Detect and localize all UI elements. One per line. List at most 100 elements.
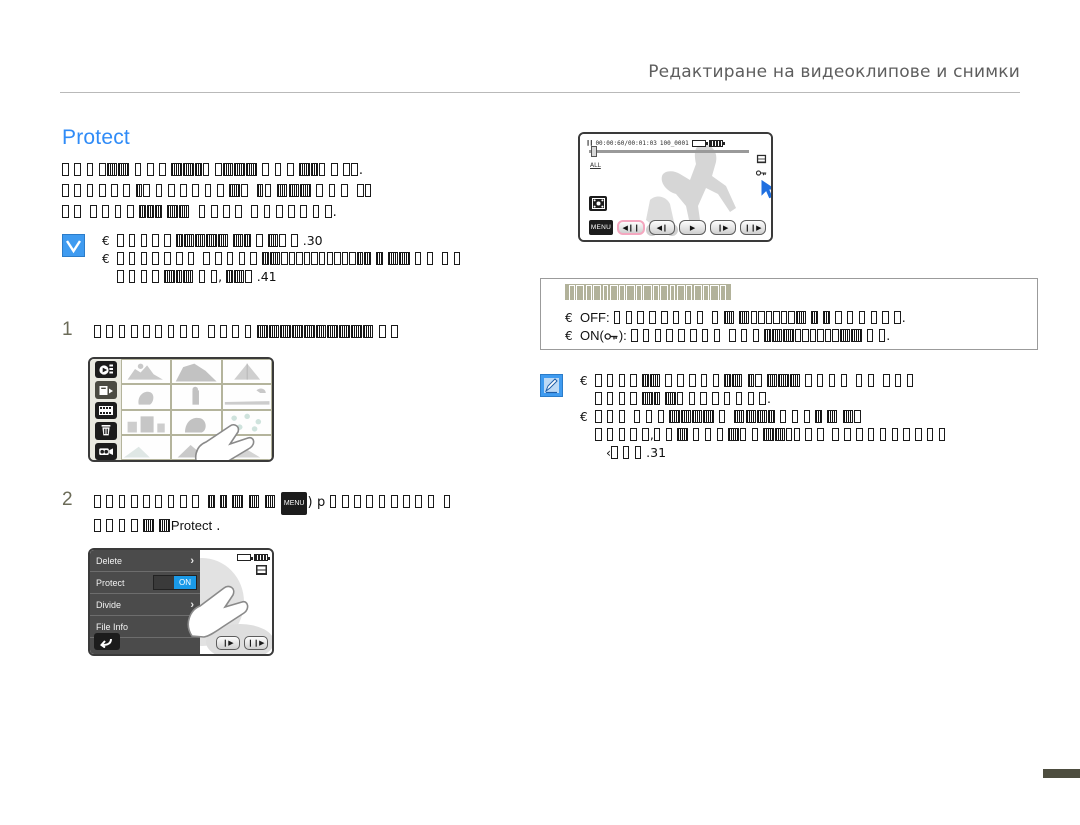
thumbnail-cell[interactable] (171, 359, 222, 385)
options-list: € OFF:. € ON( ):. (565, 309, 1027, 345)
thumbnail-cell[interactable] (221, 359, 272, 385)
battery-icon (237, 554, 253, 561)
header-rule (60, 92, 1020, 93)
options-box-header (565, 284, 732, 302)
camcorder-playback-screen[interactable]: ❙❙ 00:00:60/00:01:03 100_0001 ALL MENU ◀… (578, 132, 773, 242)
playback-side-icons (756, 154, 767, 178)
note-items: € . € , ‹ .31 (580, 372, 1050, 462)
hand-pointer-icon (182, 574, 250, 645)
playback-status-bar: ❙❙ 00:00:60/00:01:03 100_0001 (586, 138, 767, 148)
step-2-line-1: MENU) p (94, 492, 542, 515)
option-off: € OFF:. (565, 310, 906, 325)
menu-item-delete[interactable]: Delete › (90, 550, 200, 572)
bullet-marker: € (102, 234, 110, 248)
sd-card-icon (256, 565, 267, 575)
check-note-items: € .30 € , .41 (102, 232, 567, 286)
battery-icon (708, 139, 725, 147)
thumbnail-cell[interactable] (121, 409, 172, 435)
bullet-marker: € (102, 252, 110, 266)
check-note-block: € .30 € , .41 (62, 232, 567, 286)
page-header: Редактиране на видеоклипове и снимки (60, 62, 1020, 93)
previous-button[interactable]: ◀❙ (649, 220, 676, 235)
check-note-item-2-cont: , .41 (102, 268, 567, 286)
bullet-marker: € (580, 374, 588, 388)
menu-item-label: Protect (96, 577, 125, 588)
next-button[interactable]: ❙▶ (709, 220, 736, 235)
option-label-on: ON( (580, 328, 604, 343)
menu-icon: MENU (280, 492, 308, 515)
menu-status-icons (237, 554, 270, 576)
playback-progress-bar[interactable] (589, 146, 749, 157)
protect-menu-screen[interactable]: Delete › Protect ON Divide › File Info ›… (88, 548, 274, 656)
thumbnail-cell[interactable] (121, 434, 172, 460)
step-2-text: MENU) p Protect . (94, 492, 542, 537)
hand-pointer-icon (186, 414, 258, 460)
step-1-text (94, 322, 542, 343)
protect-key-icon (604, 333, 618, 340)
step-2-line-2: Protect . (94, 515, 542, 537)
intro-line-1: . (62, 160, 562, 181)
protect-options-box: € OFF:. € ON( ):. (540, 278, 1038, 350)
thumbnail-cell[interactable] (171, 384, 222, 410)
option-label-off: OFF: (580, 310, 610, 325)
memory-card-icon (691, 139, 708, 147)
menu-item-label: Delete (96, 555, 123, 566)
check-note-item-2: € (102, 250, 567, 268)
step-1-number: 1 (62, 319, 73, 340)
option-label-on-suffix: ): (618, 328, 627, 343)
note-item-1-line-1: € (580, 372, 1050, 390)
protect-key-icon (756, 170, 767, 176)
file-number: 100_0001 (659, 139, 689, 147)
menu-item-label: File Info (96, 621, 129, 632)
page-ref-41: 41 (260, 269, 277, 284)
page-ref-30: 30 (306, 233, 323, 248)
thumbnail-cell[interactable] (121, 384, 172, 410)
paren: ) (307, 495, 313, 510)
menu-button[interactable]: MENU (589, 220, 613, 235)
cursor-arrow (758, 178, 771, 205)
trash-icon[interactable] (94, 422, 117, 440)
bullet-marker: € (580, 410, 588, 424)
inline-option-protect: Protect (170, 518, 213, 533)
thumbnail-cell[interactable] (121, 359, 172, 385)
intro-paragraph: . . (62, 160, 562, 223)
checkmark-icon (62, 234, 85, 257)
note-pencil-icon (540, 374, 563, 397)
thumbnail-side-rail (90, 359, 121, 460)
play-button[interactable]: ▶ (679, 220, 706, 235)
film-strip-icon[interactable] (94, 401, 117, 420)
thumbnail-grid-icon[interactable] (589, 196, 607, 211)
sd-card-icon (756, 154, 767, 164)
note-item-2-line-2: , (580, 426, 1050, 444)
step-2-number: 2 (62, 489, 73, 510)
step-back-button[interactable]: ◀❙❙ (617, 220, 646, 235)
share-mark-icon[interactable] (94, 381, 117, 399)
playback-controls[interactable]: ◀❙❙ ◀❙ ▶ ❙▶ ❙❙▶ (617, 220, 767, 235)
note-box: € . € , ‹ .31 (540, 372, 1050, 462)
chevron-right-icon: › (190, 554, 194, 567)
timecode: 00:00:60/00:01:03 (595, 139, 657, 147)
skip-forward-button[interactable]: ❙❙▶ (739, 220, 767, 235)
page-ref-31: 31 (650, 445, 667, 460)
note-item-2-line-1: € (580, 408, 1050, 426)
intro-line-2 (62, 181, 562, 202)
bullet-marker: € (565, 311, 573, 325)
page-tab-marker (1041, 769, 1080, 778)
step-2: 2 MENU) p Protect . (62, 489, 542, 537)
option-on: € ON( ):. (565, 328, 891, 343)
page-title: Protect (62, 126, 130, 149)
note-item-1-line-2: . (580, 390, 1050, 408)
thumbnail-grid-screen[interactable] (88, 357, 274, 462)
running-header-title: Редактиране на видеоклипове и снимки (648, 62, 1020, 82)
step-1: 1 (62, 319, 542, 343)
battery-icon (254, 554, 270, 561)
back-arrow-icon[interactable] (94, 633, 120, 650)
note-item-2-line-3: ‹ .31 (606, 445, 667, 460)
camera-icon[interactable] (94, 442, 117, 460)
play-mode-icon[interactable] (94, 361, 117, 379)
inline-arrow: p (316, 495, 326, 510)
check-note-item-1: € .30 (102, 233, 323, 248)
progress-knob[interactable] (591, 146, 597, 157)
thumbnail-cell[interactable] (221, 384, 272, 410)
intro-line-3: . (62, 202, 562, 223)
